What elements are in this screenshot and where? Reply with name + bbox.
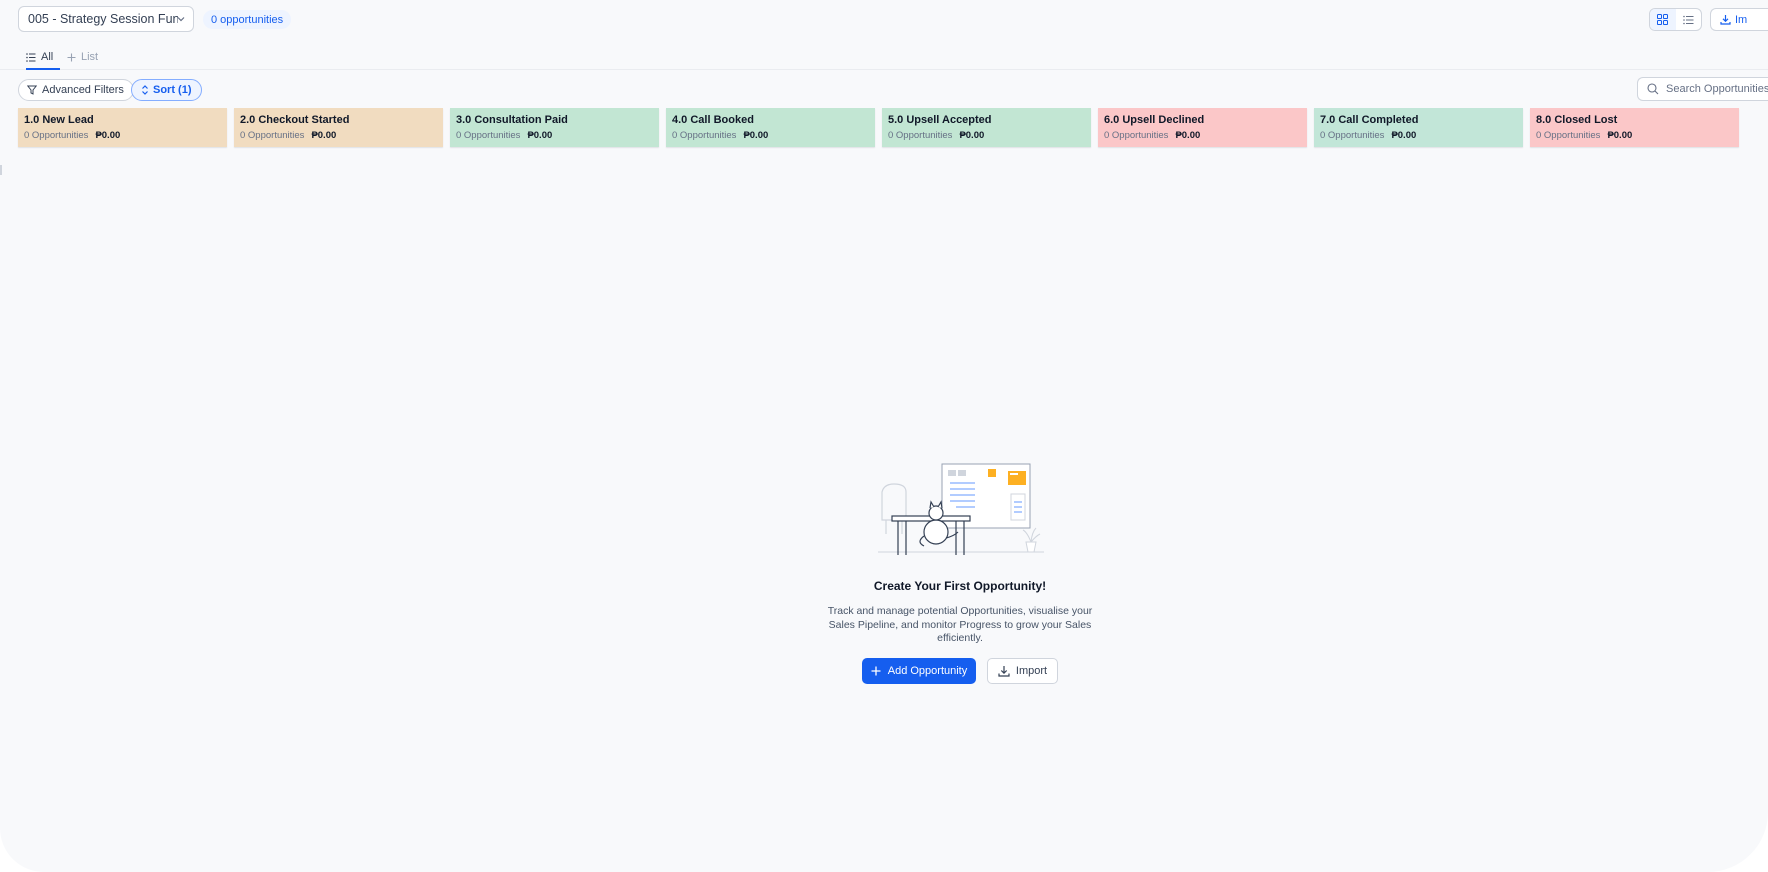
stage-meta: 0 Opportunities ₱0.00 (1104, 130, 1301, 141)
stage-meta: 0 Opportunities ₱0.00 (1320, 130, 1517, 141)
stage-name: 7.0 Call Completed (1320, 114, 1419, 126)
plus-icon (871, 666, 881, 676)
sort-icon (142, 85, 148, 95)
search-icon (1647, 83, 1659, 95)
stage-name: 5.0 Upsell Accepted (888, 114, 992, 126)
stage-meta: 0 Opportunities ₱0.00 (24, 130, 221, 141)
tab-all-label: All (41, 51, 54, 63)
pipeline-name: 005 - Strategy Session Fun... (28, 12, 178, 26)
stage-amount: ₱0.00 (959, 130, 985, 141)
pipeline-select[interactable]: 005 - Strategy Session Fun... (18, 6, 194, 32)
stage-amount: ₱0.00 (311, 130, 337, 141)
list-icon (1682, 15, 1694, 24)
stage-count: 0 Opportunities (1104, 130, 1169, 141)
download-icon (998, 666, 1010, 677)
search-input[interactable]: Search Opportunities (1637, 77, 1768, 101)
stage-amount: ₱0.00 (1391, 130, 1417, 141)
empty-state-illustration (878, 463, 1044, 555)
app-root: 005 - Strategy Session Fun... 0 opportun… (0, 0, 1768, 872)
stage-amount: ₱0.00 (1175, 130, 1201, 141)
stage-name: 8.0 Closed Lost (1536, 114, 1618, 126)
stage-count: 0 Opportunities (888, 130, 953, 141)
tab-bar: All List (0, 44, 1768, 70)
empty-state-description: Track and manage potential Opportunities… (827, 605, 1093, 644)
stage-meta: 0 Opportunities ₱0.00 (888, 130, 1085, 141)
stage-count: 0 Opportunities (24, 130, 89, 141)
import-label: Import (1015, 665, 1048, 677)
import-top-button[interactable]: Im (1710, 8, 1768, 31)
view-toggle (1649, 8, 1702, 31)
advanced-filters-label: Advanced Filters (42, 84, 124, 96)
stage-name: 3.0 Consultation Paid (456, 114, 568, 126)
stage-amount: ₱0.00 (95, 130, 121, 141)
stage-count: 0 Opportunities (456, 130, 521, 141)
advanced-filters-button[interactable]: Advanced Filters (18, 79, 134, 101)
filter-icon (27, 85, 37, 95)
stage-column[interactable]: 4.0 Call Booked 0 Opportunities ₱0.00 (666, 108, 875, 147)
stage-name: 6.0 Upsell Declined (1104, 114, 1205, 126)
board-view-button[interactable] (1650, 9, 1676, 30)
stage-count: 0 Opportunities (240, 130, 305, 141)
tab-list-label: List (81, 51, 99, 63)
sort-button[interactable]: Sort (1) (131, 79, 202, 101)
stage-column[interactable]: 3.0 Consultation Paid 0 Opportunities ₱0.0… (450, 108, 659, 147)
stage-column[interactable]: 2.0 Checkout Started 0 Opportunities ₱0.00 (234, 108, 443, 147)
stage-meta: 0 Opportunities ₱0.00 (456, 130, 653, 141)
plus-icon (67, 53, 76, 61)
stage-count: 0 Opportunities (1536, 130, 1601, 141)
opportunity-count-badge: 0 opportunities (203, 10, 292, 29)
stage-count: 0 Opportunities (672, 130, 737, 141)
import-button[interactable]: Import (987, 658, 1058, 684)
add-opportunity-button[interactable]: Add Opportunity (862, 658, 976, 684)
tab-list[interactable]: List (67, 44, 98, 70)
left-edge-marker (0, 165, 2, 175)
grid-icon (1657, 14, 1669, 25)
stage-column[interactable]: 8.0 Closed Lost 0 Opportunities ₱0.00 (1530, 108, 1739, 147)
import-top-label: Im (1735, 13, 1748, 26)
stage-meta: 0 Opportunities ₱0.00 (672, 130, 869, 141)
active-tab-indicator (26, 68, 60, 70)
search-placeholder: Search Opportunities (1666, 83, 1768, 95)
stage-column[interactable]: 7.0 Call Completed 0 Opportunities ₱0.00 (1314, 108, 1523, 147)
stage-amount: ₱0.00 (743, 130, 769, 141)
stage-name: 4.0 Call Booked (672, 114, 754, 126)
stage-column[interactable]: 1.0 New Lead 0 Opportunities ₱0.00 (18, 108, 227, 147)
chevron-down-icon (177, 17, 185, 22)
stage-column[interactable]: 6.0 Upsell Declined 0 Opportunities ₱0.00 (1098, 108, 1307, 147)
stage-column[interactable]: 5.0 Upsell Accepted 0 Opportunities ₱0.00 (882, 108, 1091, 147)
empty-state-title: Create Your First Opportunity! (873, 579, 1047, 593)
sort-label: Sort (1) (153, 84, 192, 96)
stage-meta: 0 Opportunities ₱0.00 (240, 130, 437, 141)
stage-meta: 0 Opportunities ₱0.00 (1536, 130, 1733, 141)
stage-name: 1.0 New Lead (24, 114, 94, 126)
stage-amount: ₱0.00 (1607, 130, 1633, 141)
stage-name: 2.0 Checkout Started (240, 114, 350, 126)
add-opportunity-label: Add Opportunity (887, 665, 968, 677)
stage-amount: ₱0.00 (527, 130, 553, 141)
tab-all[interactable]: All (26, 44, 53, 70)
list-view-button[interactable] (1676, 9, 1702, 30)
download-icon (1720, 15, 1731, 25)
stage-count: 0 Opportunities (1320, 130, 1385, 141)
list-icon (26, 52, 36, 62)
